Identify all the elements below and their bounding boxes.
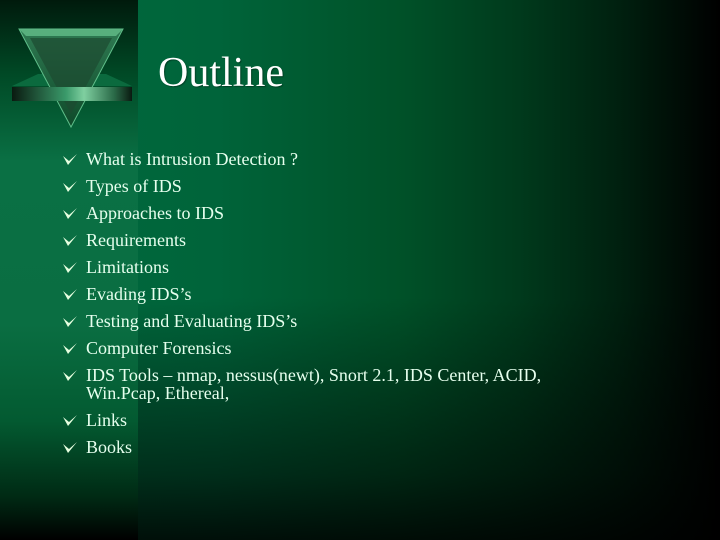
list-item-text: Testing and Evaluating IDS’s (86, 311, 298, 331)
list-item: Limitations (60, 258, 700, 276)
check-arrow-icon (60, 258, 86, 276)
check-arrow-icon (60, 411, 86, 429)
list-item-text: Books (86, 437, 133, 457)
check-arrow-icon (60, 285, 86, 303)
list-item-text: Computer Forensics (86, 338, 232, 358)
list-item-text: What is Intrusion Detection ? (86, 149, 298, 169)
list-item-text: Links (86, 410, 128, 430)
check-arrow-icon (60, 150, 86, 168)
list-item-text: Limitations (86, 257, 169, 277)
list-item: IDS Tools – nmap, nessus(newt), Snort 2.… (60, 366, 700, 402)
list-item: Testing and Evaluating IDS’s (60, 312, 700, 330)
list-item: Requirements (60, 231, 700, 249)
list-item: Types of IDS (60, 177, 700, 195)
triangle-logo-icon (12, 28, 132, 129)
list-item: Books (60, 438, 700, 456)
check-arrow-icon (60, 231, 86, 249)
check-arrow-icon (60, 438, 86, 456)
list-item: Links (60, 411, 700, 429)
list-item: Approaches to IDS (60, 204, 700, 222)
list-item-text: Types of IDS (86, 176, 182, 196)
list-item: Evading IDS’s (60, 285, 700, 303)
check-arrow-icon (60, 177, 86, 195)
list-item: Computer Forensics (60, 339, 700, 357)
check-arrow-icon (60, 366, 86, 384)
check-arrow-icon (60, 312, 86, 330)
list-item-text: Requirements (86, 230, 186, 250)
slide-title: Outline (158, 50, 284, 96)
list-item-text: Approaches to IDS (86, 203, 224, 223)
check-arrow-icon (60, 204, 86, 222)
check-arrow-icon (60, 339, 86, 357)
slide-background: Outline What is Intrusion Detection ? Ty… (0, 0, 720, 540)
outline-list: What is Intrusion Detection ? Types of I… (60, 150, 700, 465)
list-item: What is Intrusion Detection ? (60, 150, 700, 168)
list-item-text: IDS Tools – nmap, nessus(newt), Snort 2.… (86, 365, 542, 403)
list-item-text: Evading IDS’s (86, 284, 192, 304)
